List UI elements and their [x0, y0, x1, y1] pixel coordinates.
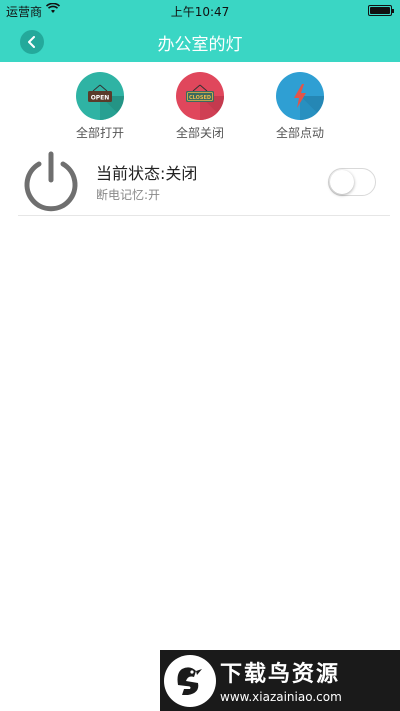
- all-on-button[interactable]: OPEN 全部打开: [60, 72, 140, 141]
- power-toggle[interactable]: [328, 168, 376, 196]
- all-on-label: 全部打开: [75, 126, 124, 140]
- closed-sign-icon: CLOSED: [176, 72, 224, 120]
- all-jog-label: 全部点动: [275, 126, 324, 140]
- open-sign-text: OPEN: [91, 95, 110, 102]
- current-state-text: 当前状态:关闭: [96, 164, 198, 183]
- device-row: 当前状态:关闭 断电记忆:开: [18, 148, 390, 216]
- all-jog-button[interactable]: 全部点动: [260, 72, 340, 141]
- all-off-label: 全部关闭: [175, 126, 224, 140]
- power-icon: [24, 151, 78, 212]
- quick-actions: OPEN 全部打开 CLOSED 全部关闭 全部点动: [0, 72, 400, 141]
- open-sign-icon: OPEN: [76, 72, 124, 120]
- closed-sign-text: CLOSED: [189, 95, 211, 101]
- page-title: 办公室的灯: [157, 35, 243, 55]
- nav-bar: 办公室的灯: [0, 20, 400, 62]
- clock: 上午10:47: [170, 5, 230, 19]
- status-bar: 运营商 上午10:47: [0, 0, 400, 20]
- watermark-url: www.xiazainiao.com: [220, 690, 342, 704]
- battery-icon: [368, 5, 394, 16]
- lightning-icon: [276, 72, 324, 120]
- watermark-title: 下载鸟资源: [220, 662, 341, 687]
- power-memory-text: 断电记忆:开: [96, 188, 161, 202]
- watermark: 下载鸟资源 www.xiazainiao.com: [160, 650, 400, 711]
- bird-logo-icon: [164, 655, 216, 707]
- all-off-button[interactable]: CLOSED 全部关闭: [160, 72, 240, 141]
- toggle-knob: [330, 170, 354, 194]
